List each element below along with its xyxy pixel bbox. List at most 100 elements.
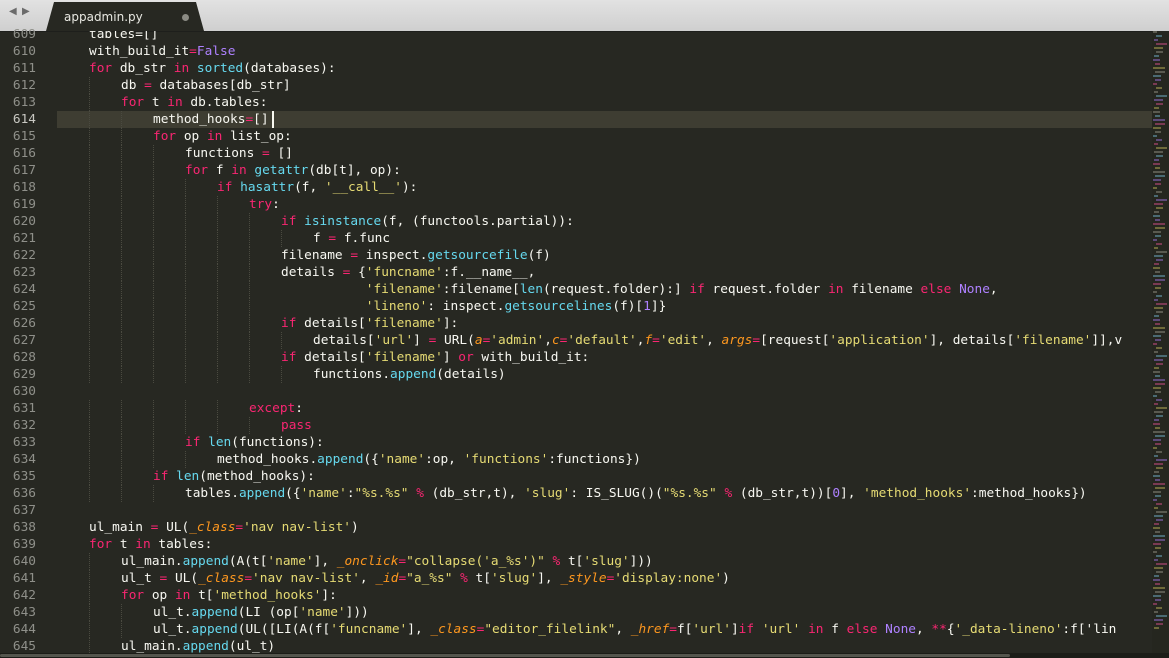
line-number[interactable]: 619: [0, 196, 36, 213]
code-token: append: [182, 554, 229, 569]
code-editor[interactable]: tables=[] with_build_it=False for db_str i…: [57, 31, 1152, 658]
code-token: ul_t: [121, 571, 160, 586]
indent-guide: [185, 451, 186, 468]
line-number[interactable]: 614: [0, 111, 36, 128]
minimap-line: [1153, 319, 1160, 321]
line-number[interactable]: 633: [0, 434, 36, 451]
line-number[interactable]: 626: [0, 315, 36, 332]
line-number[interactable]: 627: [0, 332, 36, 349]
code-token: except: [249, 401, 296, 416]
minimap-line: [1155, 219, 1160, 221]
horizontal-scrollbar-thumb[interactable]: [0, 654, 1010, 657]
line-number[interactable]: 611: [0, 60, 36, 77]
line-number[interactable]: 624: [0, 281, 36, 298]
minimap-line: [1153, 491, 1161, 493]
code-line: tables.append({'name':"%s.%s" % (db_str,…: [57, 485, 1087, 502]
code-token: _class: [198, 571, 245, 586]
line-number[interactable]: 617: [0, 162, 36, 179]
line-number[interactable]: 632: [0, 417, 36, 434]
code-token: _class: [430, 622, 477, 637]
line-number[interactable]: 625: [0, 298, 36, 315]
code-line: ul_main = UL(_class='nav nav-list'): [57, 519, 359, 536]
minimap-line: [1154, 403, 1158, 405]
code-token: ul_t.: [153, 605, 192, 620]
code-token: f: [823, 622, 847, 637]
minimap-line: [1153, 215, 1160, 217]
minimap-line: [1155, 375, 1160, 377]
line-number[interactable]: 609: [0, 26, 36, 43]
code-token: ,: [544, 333, 552, 348]
code-token: t[: [560, 554, 584, 569]
indent-guide: [153, 485, 154, 502]
line-number[interactable]: 610: [0, 43, 36, 60]
code-line-text: ul_main.append(A(t['name'], _onclick="co…: [121, 554, 653, 569]
code-line: if len(method_hooks):: [57, 468, 315, 485]
code-token: ,: [989, 282, 998, 297]
line-number[interactable]: 613: [0, 94, 36, 111]
code-token: _class: [189, 520, 236, 535]
tab-scroll-left-icon[interactable]: ◀: [9, 6, 17, 17]
line-number[interactable]: 615: [0, 128, 36, 145]
line-number[interactable]: 629: [0, 366, 36, 383]
code-token: for: [89, 61, 113, 76]
line-number[interactable]: 618: [0, 179, 36, 196]
code-token: =: [245, 112, 254, 127]
code-line: if isinstance(f, (functools.partial)):: [57, 213, 574, 230]
code-token: ])): [629, 554, 653, 569]
line-number[interactable]: 643: [0, 604, 36, 621]
line-number[interactable]: 616: [0, 145, 36, 162]
code-token: ul_main.: [121, 554, 183, 569]
minimap-line: [1155, 427, 1160, 429]
line-number[interactable]: 620: [0, 213, 36, 230]
minimap-line: [1154, 307, 1163, 309]
minimap-line: [1153, 395, 1157, 397]
line-number[interactable]: 639: [0, 536, 36, 553]
minimap-line: [1154, 523, 1159, 525]
line-number[interactable]: 634: [0, 451, 36, 468]
minimap-line: [1154, 359, 1163, 361]
file-tab[interactable]: appadmin.py: [46, 2, 204, 31]
tab-scroll-right-icon[interactable]: ▶: [22, 6, 30, 17]
code-token: 'application': [829, 333, 930, 348]
indent-guide: [249, 264, 250, 281]
line-number[interactable]: 637: [0, 502, 36, 519]
line-number[interactable]: 640: [0, 553, 36, 570]
line-number[interactable]: 622: [0, 247, 36, 264]
line-number[interactable]: 612: [0, 77, 36, 94]
indent-guide: [153, 434, 154, 451]
line-number-gutter[interactable]: 609 610 611 612 613 614 615 616 617 618 619 620 621 6…: [0, 27, 52, 658]
code-token: ({: [363, 452, 379, 467]
minimap-line: [1156, 95, 1167, 97]
code-token: 'name': [267, 554, 314, 569]
line-number[interactable]: 631: [0, 400, 36, 417]
code-line-text: for op in list_op:: [153, 129, 292, 144]
minimap-line: [1153, 499, 1157, 501]
line-number[interactable]: 644: [0, 621, 36, 638]
minimap[interactable]: [1152, 31, 1169, 653]
line-number[interactable]: 642: [0, 587, 36, 604]
code-token: None: [885, 622, 916, 637]
line-number[interactable]: 635: [0, 468, 36, 485]
indent-guide: [121, 451, 122, 468]
code-line-text: if len(method_hooks):: [153, 469, 315, 484]
line-number[interactable]: 628: [0, 349, 36, 366]
minimap-line: [1153, 343, 1157, 345]
code-token: append: [191, 605, 238, 620]
line-number[interactable]: 623: [0, 264, 36, 281]
code-token: sorted: [196, 61, 244, 76]
minimap-line: [1155, 79, 1161, 81]
line-number[interactable]: 638: [0, 519, 36, 536]
code-line-text: except:: [249, 401, 303, 416]
code-line: method_hooks=[]: [57, 111, 1152, 128]
line-number[interactable]: 630: [0, 383, 36, 400]
line-number[interactable]: 641: [0, 570, 36, 587]
line-number[interactable]: 621: [0, 230, 36, 247]
code-line-text: functions = []: [185, 146, 293, 161]
code-token: "a_%s": [406, 571, 453, 586]
line-number[interactable]: 636: [0, 485, 36, 502]
code-token: []: [253, 112, 269, 127]
unsaved-indicator-icon[interactable]: [182, 14, 189, 21]
horizontal-scrollbar[interactable]: [0, 653, 1169, 658]
